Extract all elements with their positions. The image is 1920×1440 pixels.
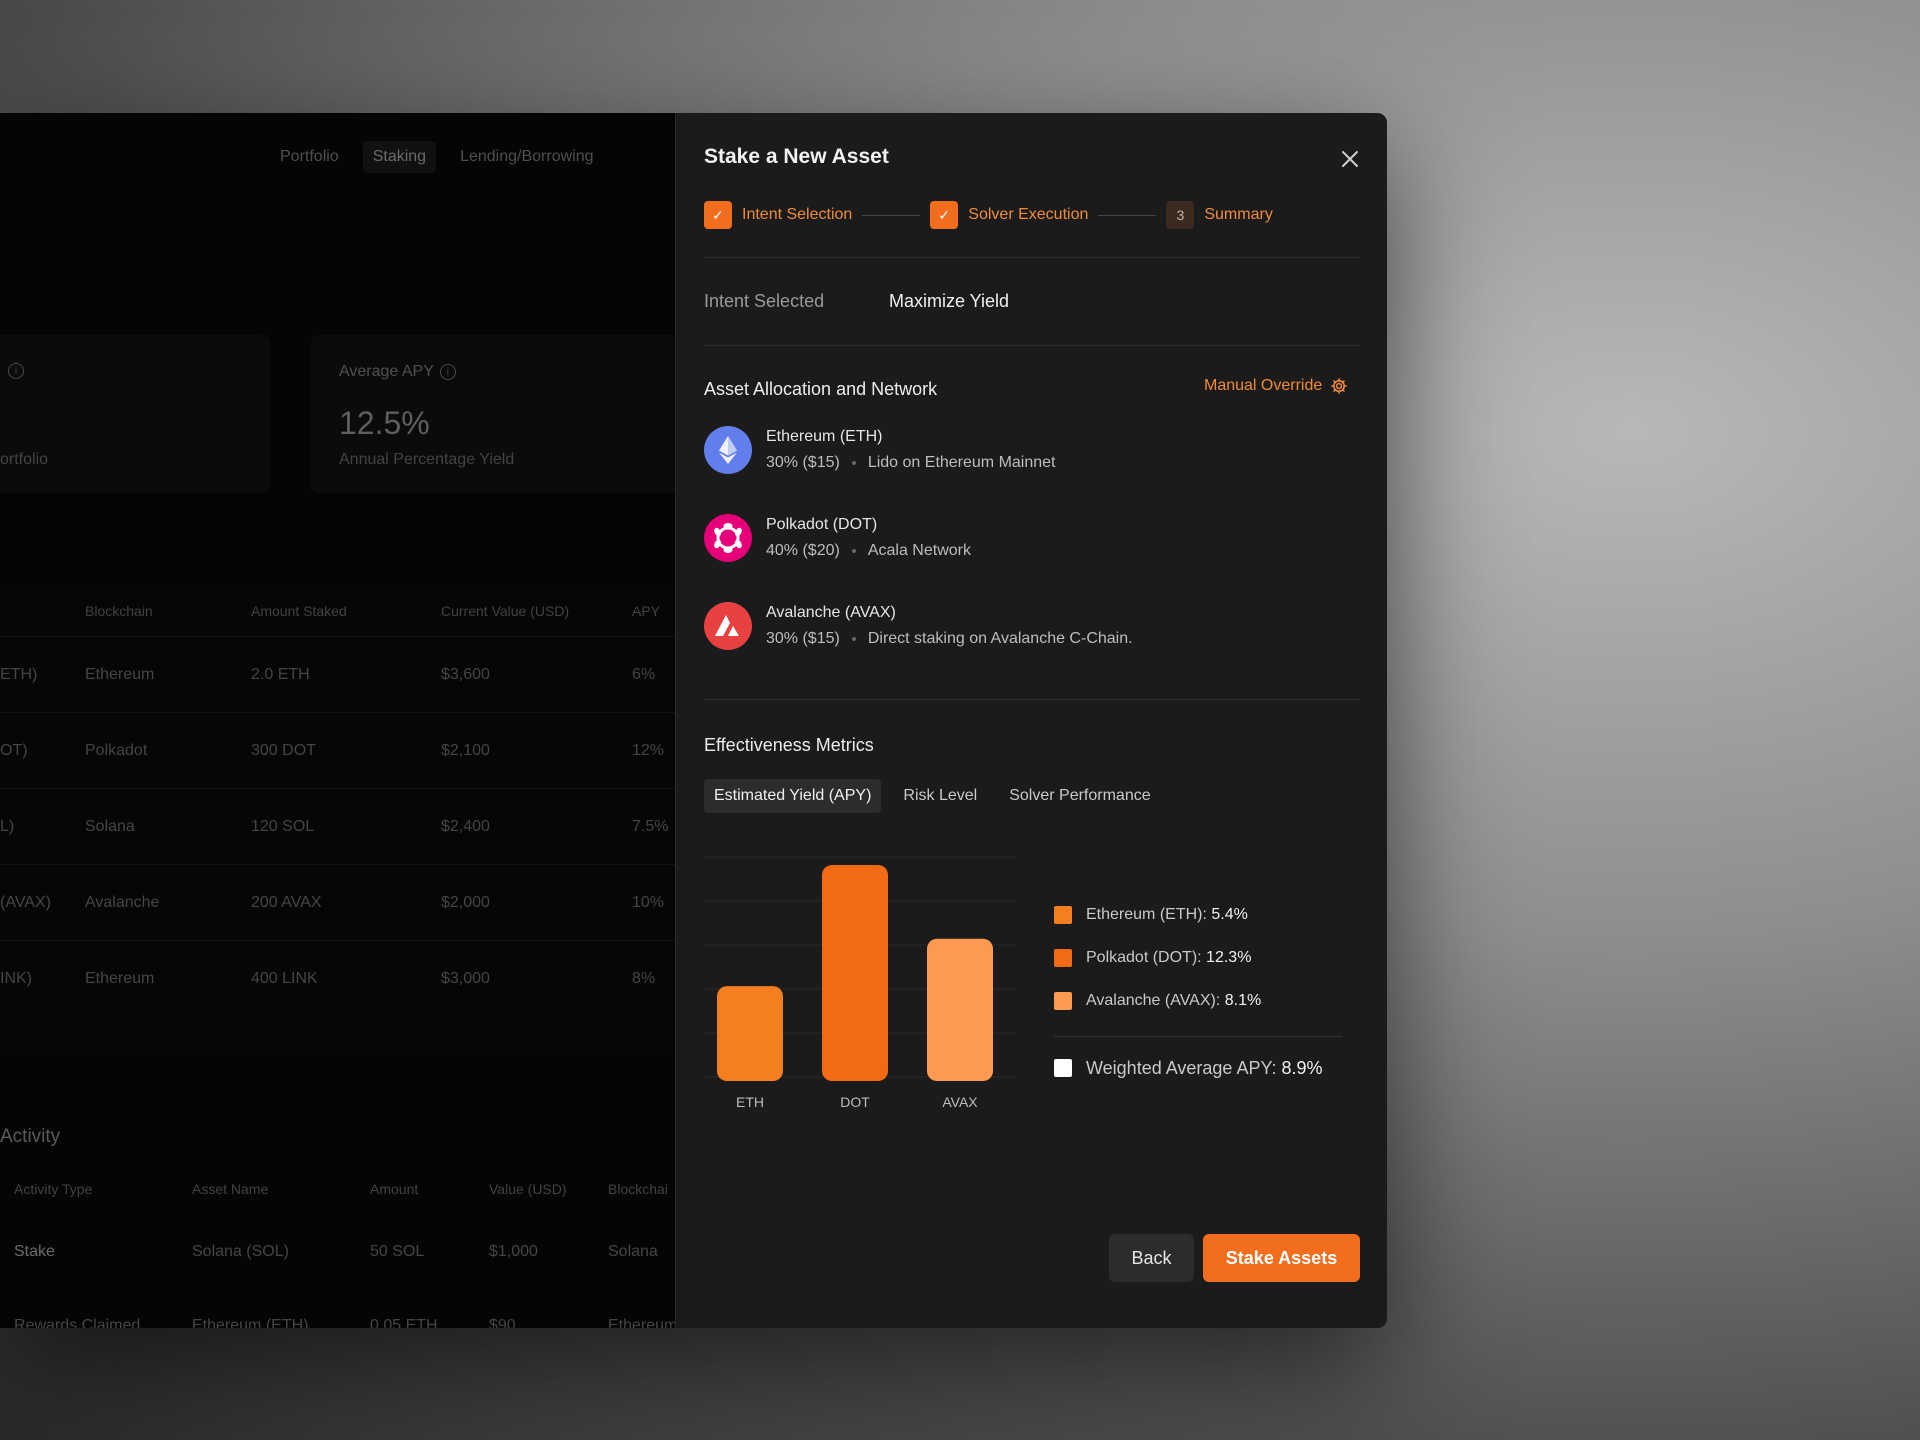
divider [704,257,1359,258]
legend-swatch [1054,991,1072,1010]
background-app: Portfolio Staking Lending/Borrowing i or… [0,113,675,1328]
stat-card-sub: Annual Percentage Yield [339,451,515,468]
col-amount: Amount Staked [251,603,347,619]
step-label: Intent Selection [742,206,853,223]
table-header: Blockchain Amount Staked Current Value (… [0,586,675,636]
step-label: Solver Execution [968,206,1089,223]
asset-name: Avalanche (AVAX) [766,604,896,621]
col-blockchain: Blockchain [85,603,153,619]
gear-icon [1331,378,1348,394]
legend-swatch [1054,948,1072,967]
yield-bar-chart: ETH DOT AVAX [704,856,1016,1110]
metrics-tabs: Estimated Yield (APY) Risk Level Solver … [704,779,1161,813]
asset-network: Lido on Ethereum Mainnet [867,454,1056,471]
step-summary[interactable]: 3 Summary [1166,201,1273,229]
stake-modal: Stake a New Asset ✓ Intent Selection ✓ S… [675,113,1387,1328]
tab-risk-level[interactable]: Risk Level [893,779,987,813]
asset-row-eth: Ethereum (ETH) 30% ($15) Lido on Ethereu… [704,426,1056,474]
polkadot-icon [704,514,752,562]
asset-share: 30% ($15) [766,630,840,647]
tab-solver-performance[interactable]: Solver Performance [999,779,1160,813]
intent-value: Maximize Yield [889,291,1010,311]
col-apy: APY [632,603,661,619]
close-icon[interactable] [1338,147,1362,171]
nav-staking[interactable]: Staking [362,141,437,173]
asset-share: 40% ($20) [766,542,840,559]
legend-item-dot: Polkadot (DOT): 12.3% [1054,936,1342,979]
table-row[interactable]: ETH) Ethereum 2.0 ETH $3,600 6% [0,636,675,712]
legend-item-eth: Ethereum (ETH): 5.4% [1054,893,1342,936]
chart-legend: Ethereum (ETH): 5.4% Polkadot (DOT): 12.… [1054,893,1342,1089]
asset-row-dot: Polkadot (DOT) 40% ($20) Acala Network [704,514,971,562]
legend-weighted-average: Weighted Average APY: 8.9% [1054,1047,1342,1089]
asset-share: 30% ($15) [766,454,840,471]
x-tick-label: AVAX [942,1094,978,1110]
step-connector [1098,214,1157,216]
x-tick-label: ETH [736,1094,764,1110]
info-icon: i [8,363,24,379]
avalanche-icon [704,602,752,650]
stake-assets-button[interactable]: Stake Assets [1203,1234,1360,1282]
bar-avax [927,938,993,1081]
stat-card-apy: Average APY i 12.5% Annual Percentage Yi… [311,335,675,493]
bar-eth [717,986,783,1081]
x-tick-label: DOT [840,1094,870,1110]
step-intent-selection[interactable]: ✓ Intent Selection [704,201,852,229]
top-nav: Portfolio Staking Lending/Borrowing [270,141,604,173]
tab-estimated-yield[interactable]: Estimated Yield (APY) [704,779,882,813]
step-connector [862,214,921,216]
ethereum-icon [704,426,752,474]
col-value: Current Value (USD) [441,603,570,619]
asset-row-avax: Avalanche (AVAX) 30% ($15) Direct stakin… [704,602,1133,650]
activity-title: Activity [0,1126,61,1147]
table-row[interactable]: OT) Polkadot 300 DOT $2,100 12% [0,712,675,788]
stat-card-sub: ortfolio [0,451,49,468]
back-button[interactable]: Back [1109,1234,1194,1282]
staking-table: Blockchain Amount Staked Current Value (… [0,586,675,1056]
asset-meta: 30% ($15) Direct staking on Avalanche C-… [766,630,1133,648]
intent-label: Intent Selected [704,291,825,311]
table-row[interactable]: (AVAX) Avalanche 200 AVAX $2,000 10% [0,864,675,940]
asset-name: Polkadot (DOT) [766,516,878,533]
stepper: ✓ Intent Selection ✓ Solver Execution 3 … [704,201,1273,229]
nav-lending[interactable]: Lending/Borrowing [450,141,603,173]
asset-network: Acala Network [867,542,971,559]
legend-item-avax: Avalanche (AVAX): 8.1% [1054,979,1342,1022]
asset-meta: 30% ($15) Lido on Ethereum Mainnet [766,454,1056,472]
asset-meta: 40% ($20) Acala Network [766,542,971,560]
table-row[interactable]: L) Solana 120 SOL $2,400 7.5% [0,788,675,864]
stat-card-portfolio: i ortfolio [0,335,270,493]
nav-portfolio[interactable]: Portfolio [270,141,349,173]
stat-card-value: 12.5% [339,405,430,441]
legend-divider [1054,1036,1342,1037]
manual-override-button[interactable]: Manual Override [1204,377,1348,395]
divider [704,699,1359,700]
stat-card-label: Average APY i [339,363,456,381]
check-icon: ✓ [930,201,959,229]
modal-title: Stake a New Asset [704,145,889,168]
step-label: Summary [1204,206,1273,223]
step-solver-execution[interactable]: ✓ Solver Execution [930,201,1088,229]
divider [704,345,1359,346]
allocation-title: Asset Allocation and Network [704,379,938,399]
step-number: 3 [1166,201,1195,229]
bar-dot [822,865,888,1081]
legend-swatch [1054,905,1072,924]
override-label: Manual Override [1204,377,1323,394]
table-row[interactable]: INK) Ethereum 400 LINK $3,000 8% [0,940,675,1016]
legend-swatch [1054,1059,1072,1077]
asset-network: Direct staking on Avalanche C-Chain. [867,630,1133,647]
asset-name: Ethereum (ETH) [766,428,883,445]
metrics-title: Effectiveness Metrics [704,735,874,755]
app-window: Portfolio Staking Lending/Borrowing i or… [0,113,1387,1328]
check-icon: ✓ [704,201,732,229]
info-icon: i [439,364,456,380]
